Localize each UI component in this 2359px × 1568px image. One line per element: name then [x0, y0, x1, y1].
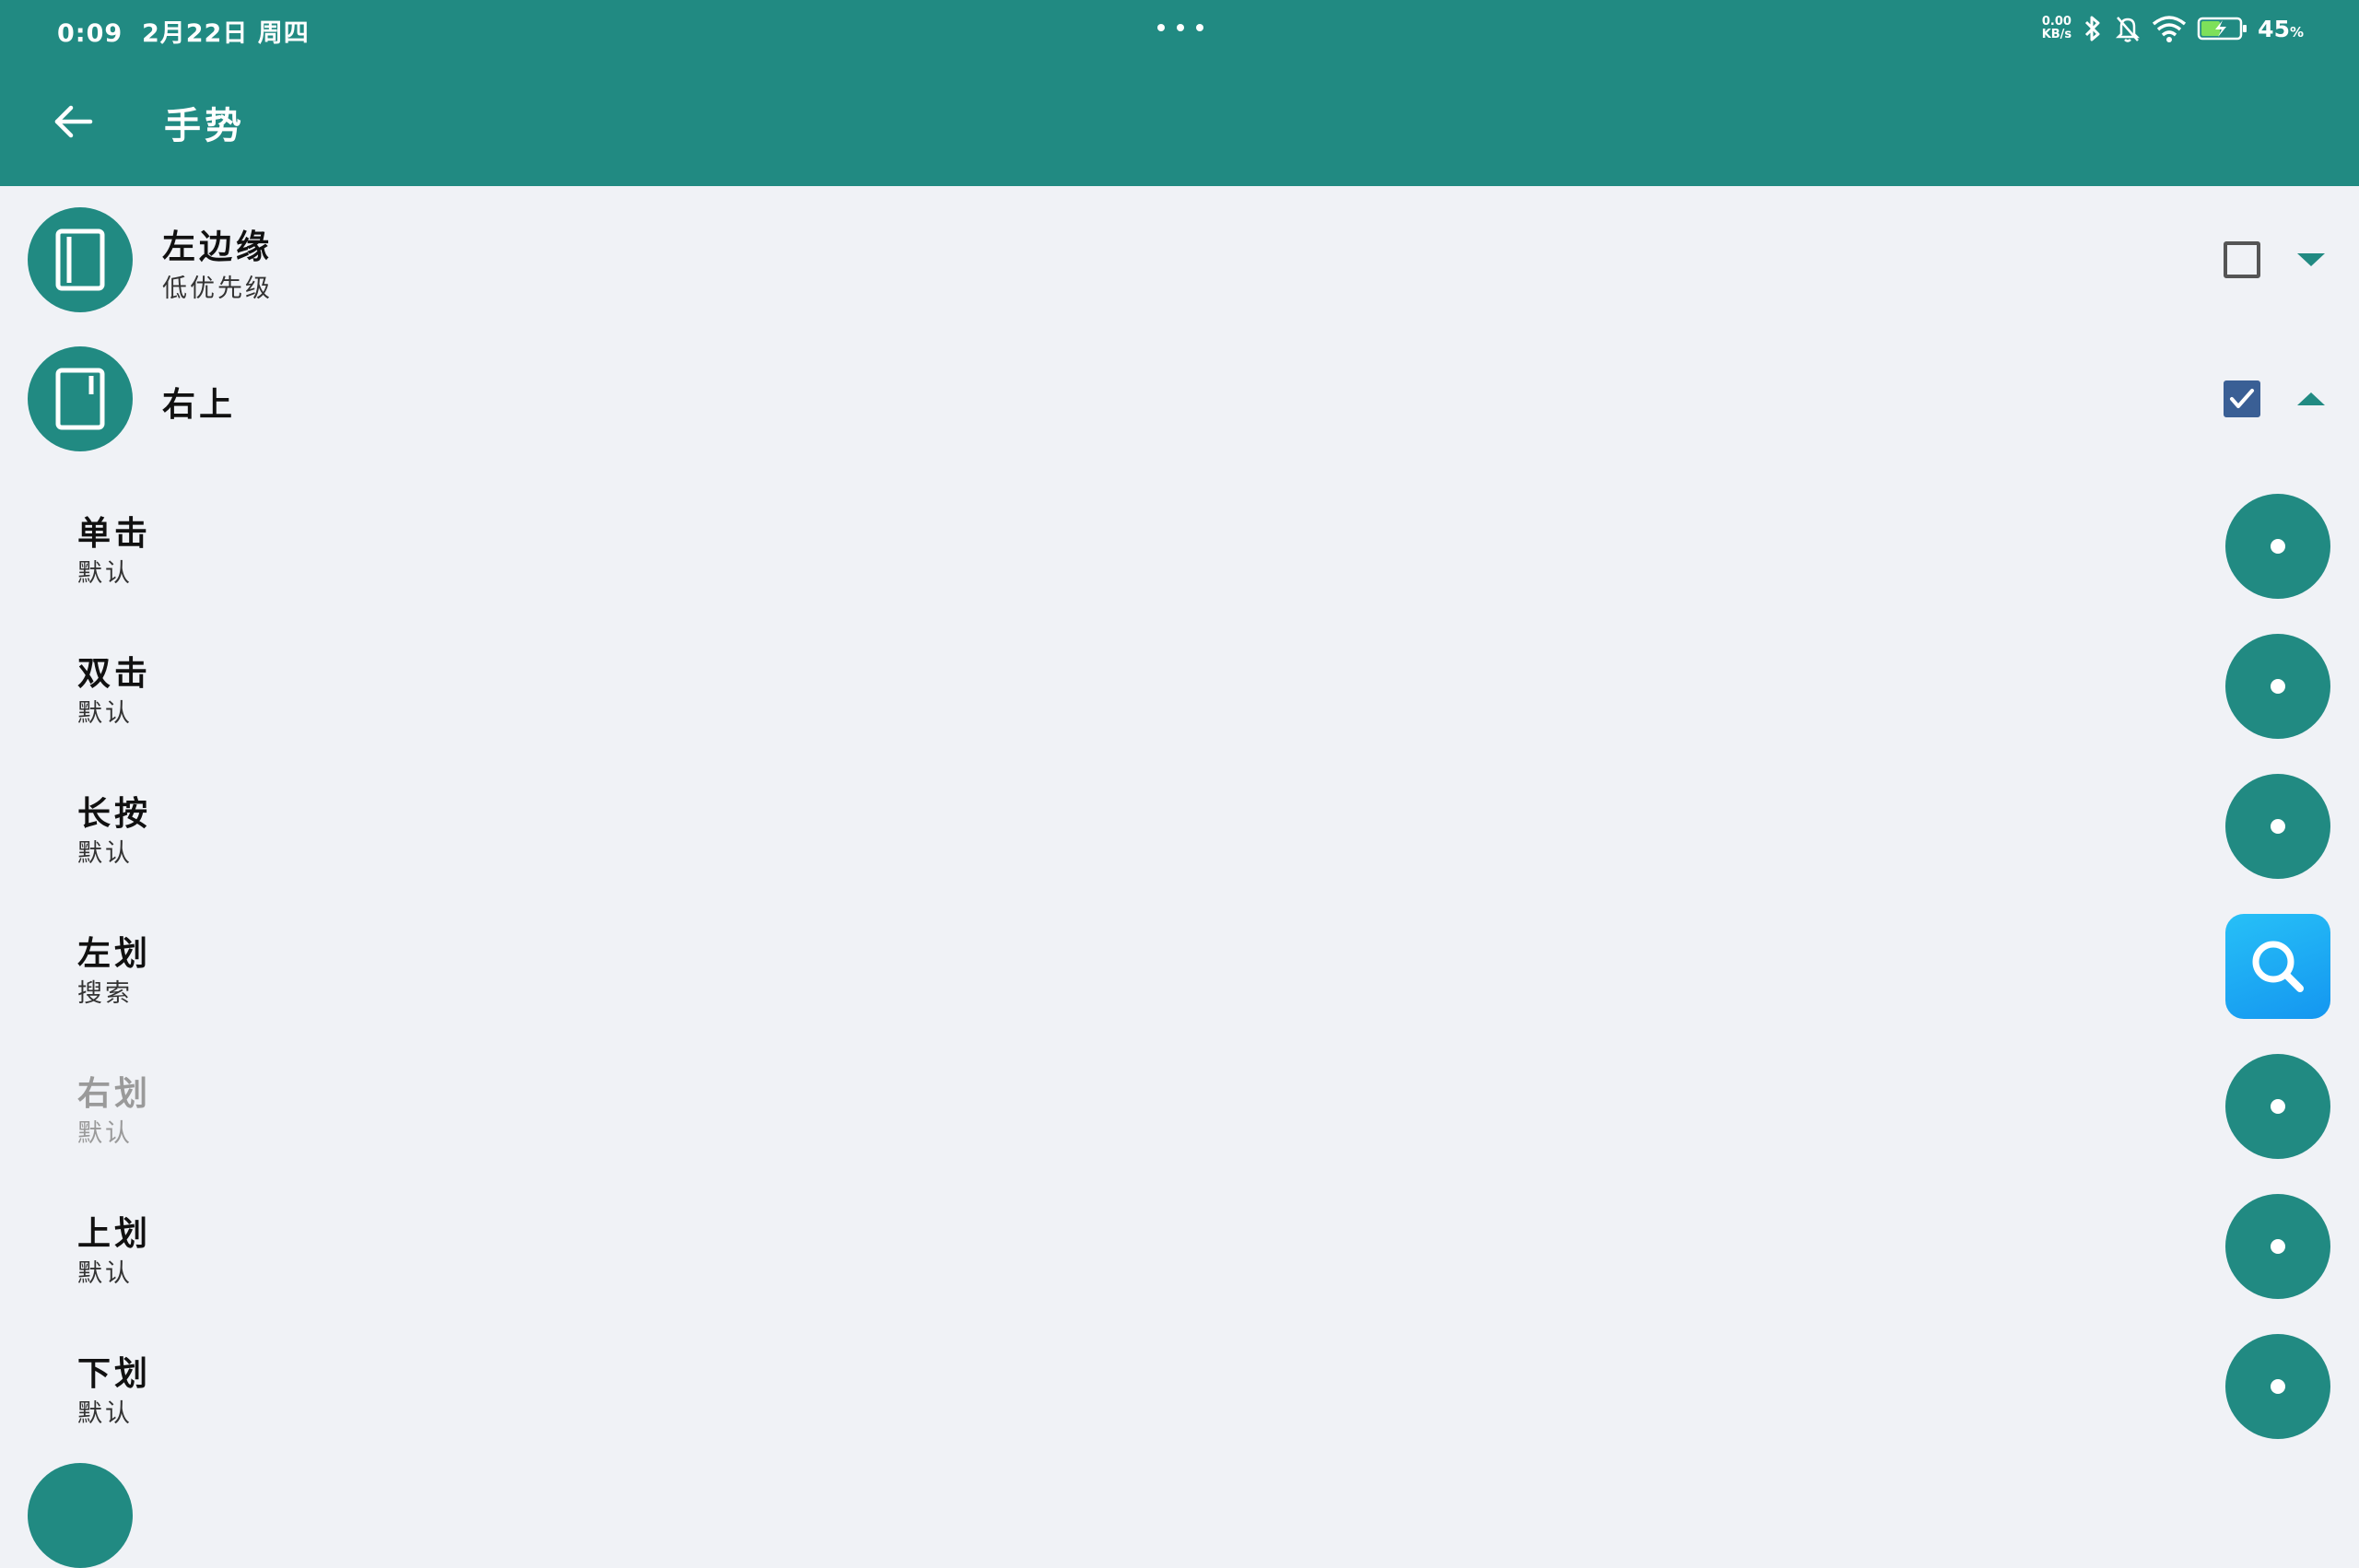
status-clock: 0:09	[57, 19, 123, 48]
next-section-icon	[28, 1463, 133, 1568]
multitask-dots-icon[interactable]	[1157, 24, 1203, 33]
gesture-label: 长按	[77, 795, 152, 833]
net-speed-unit: KB/s	[2041, 28, 2072, 41]
section-left-edge[interactable]: 左边缘 低优先级	[0, 191, 2359, 329]
gesture-row-long-press[interactable]: 长按 默认	[0, 750, 2359, 890]
gesture-value: 默认	[77, 1119, 133, 1148]
search-icon	[2252, 941, 2304, 992]
dot-icon	[2271, 1099, 2285, 1114]
gesture-label: 左划	[77, 935, 152, 973]
gesture-row-swipe-up[interactable]: 上划 默认	[0, 1170, 2359, 1310]
gesture-action-button[interactable]	[2225, 1334, 2330, 1439]
top-right-icon	[28, 346, 133, 451]
chevron-down-icon[interactable]	[2294, 251, 2328, 269]
section-top-right[interactable]: 右上	[0, 330, 2359, 468]
dot-icon	[2271, 539, 2285, 554]
gesture-action-button[interactable]	[2225, 494, 2330, 599]
battery-percent: 45%	[2258, 15, 2304, 42]
status-bar: 0:09 2月22日 周四 0.00 KB/s 45%	[0, 0, 2359, 57]
gesture-row-tap[interactable]: 单击 默认	[0, 470, 2359, 610]
gesture-value: 搜索	[77, 979, 133, 1008]
section-title: 右上	[162, 386, 237, 424]
dot-icon	[2271, 819, 2285, 834]
dot-icon	[2271, 1239, 2285, 1254]
gesture-label: 单击	[77, 515, 152, 553]
app-bar: 手势	[0, 57, 2359, 186]
check-icon	[2230, 389, 2254, 408]
gesture-row-swipe-down[interactable]: 下划 默认	[0, 1310, 2359, 1450]
section-subtitle: 低优先级	[162, 275, 273, 303]
gesture-row-double-tap[interactable]: 双击 默认	[0, 610, 2359, 750]
gesture-action-button[interactable]	[2225, 914, 2330, 1019]
page-title: 手势	[164, 105, 245, 147]
gesture-value: 默认	[77, 1399, 133, 1428]
net-speed: 0.00 KB/s	[2042, 16, 2071, 41]
dot-icon	[2271, 1379, 2285, 1394]
gesture-action-button[interactable]	[2225, 634, 2330, 739]
gesture-value: 默认	[77, 1259, 133, 1288]
gesture-label: 上划	[77, 1215, 152, 1253]
status-time: 0:09 2月22日 周四	[57, 13, 310, 49]
gesture-value: 默认	[77, 839, 133, 868]
gesture-value: 默认	[77, 699, 133, 728]
arrow-back-icon	[54, 105, 93, 138]
gesture-value: 默认	[77, 559, 133, 588]
left-edge-icon	[28, 207, 133, 312]
chevron-up-icon[interactable]	[2294, 390, 2328, 408]
net-speed-value: 0.00	[2041, 15, 2071, 29]
status-date: 2月22日 周四	[141, 19, 310, 48]
section-enable-checkbox[interactable]	[2224, 241, 2260, 278]
status-icons: 0.00 KB/s 45%	[2042, 11, 2304, 46]
section-enable-checkbox[interactable]	[2224, 380, 2260, 417]
gesture-label: 右划	[77, 1075, 152, 1113]
battery-charging-icon	[2197, 17, 2248, 41]
section-title: 左边缘	[162, 228, 274, 266]
gesture-action-button[interactable]	[2225, 1194, 2330, 1299]
wifi-icon	[2153, 16, 2187, 42]
gesture-label: 双击	[77, 655, 152, 693]
gesture-row-swipe-left[interactable]: 左划 搜索	[0, 890, 2359, 1030]
gesture-action-button[interactable]	[2225, 1054, 2330, 1159]
mute-bell-icon	[2116, 17, 2141, 42]
gesture-action-button[interactable]	[2225, 774, 2330, 879]
gesture-label: 下划	[77, 1355, 152, 1393]
bluetooth-icon	[2085, 16, 2100, 41]
back-button[interactable]	[46, 94, 101, 149]
gesture-row-swipe-right[interactable]: 右划 默认	[0, 1030, 2359, 1170]
dot-icon	[2271, 679, 2285, 694]
